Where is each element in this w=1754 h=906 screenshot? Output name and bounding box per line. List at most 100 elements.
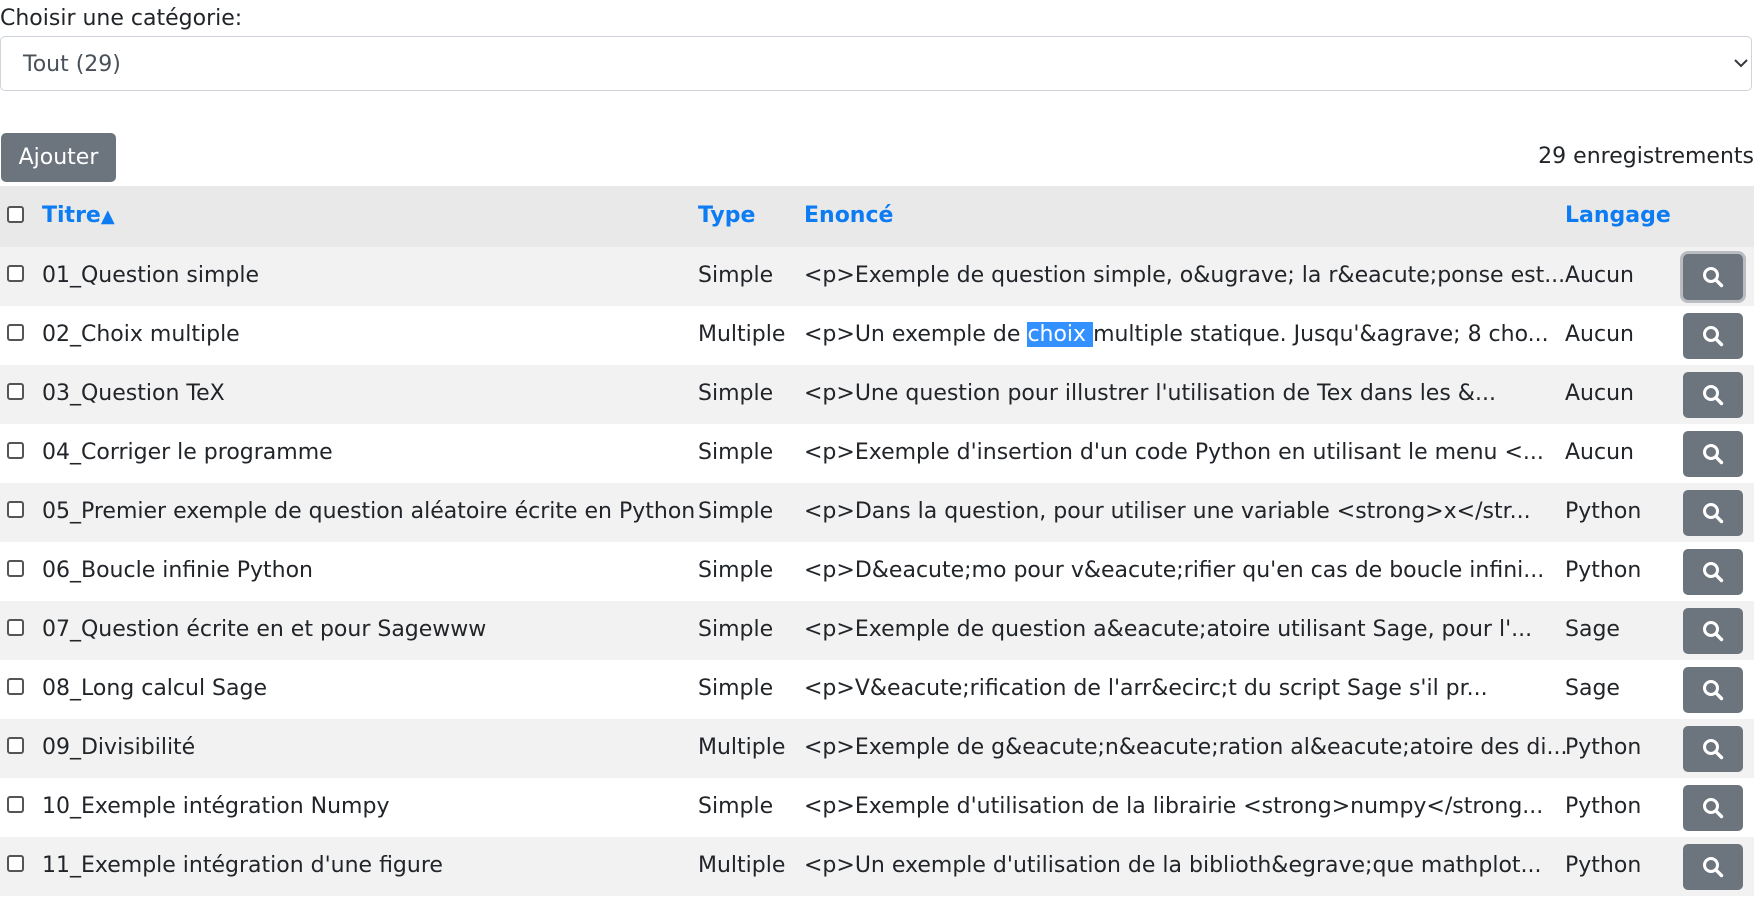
row-statement: <p>Exemple de question a&eacute;atoire u… — [804, 617, 1533, 642]
row-statement: <p>Un exemple de choix multiple statique… — [804, 322, 1549, 347]
row-checkbox[interactable] — [7, 501, 24, 518]
row-type: Multiple — [698, 735, 786, 760]
table-row: 01_Question simple Simple <p>Exemple de qu… — [0, 247, 1754, 306]
row-statement: <p>Exemple d'insertion d'un code Python … — [804, 440, 1544, 465]
row-type: Multiple — [698, 853, 786, 878]
row-type: Simple — [698, 558, 774, 583]
row-checkbox[interactable] — [7, 855, 24, 872]
row-type: Multiple — [698, 322, 786, 347]
row-statement: <p>Exemple de question simple, o&ugrave;… — [804, 263, 1566, 288]
row-statement: <p>Un exemple d'utilisation de la biblio… — [804, 853, 1542, 878]
table-row: 02_Choix multiple Multiple <p>Un exemple d… — [0, 306, 1754, 365]
row-language: Python — [1565, 853, 1642, 878]
row-checkbox[interactable] — [7, 560, 24, 577]
add-button[interactable]: Ajouter — [1, 133, 116, 182]
column-header-type[interactable]: Type — [698, 203, 755, 228]
row-checkbox[interactable] — [7, 737, 24, 754]
row-statement-part: <p>Un exemple de — [804, 322, 1028, 347]
view-button[interactable] — [1683, 254, 1743, 300]
search-icon — [1703, 326, 1724, 347]
row-checkbox[interactable] — [7, 678, 24, 695]
view-button[interactable] — [1683, 549, 1743, 595]
record-count: 29 enregistrements — [1538, 144, 1754, 169]
view-button[interactable] — [1683, 608, 1743, 654]
row-statement: <p>Exemple d'utilisation de la librairie… — [804, 794, 1544, 819]
view-button[interactable] — [1683, 785, 1743, 831]
row-title: 05_Premier exemple de question aléatoire… — [42, 499, 696, 524]
row-type: Simple — [698, 381, 774, 406]
select-all-checkbox[interactable] — [7, 206, 24, 223]
table-header: Titre▲ Type Enoncé Langage — [0, 186, 1754, 247]
row-title: 02_Choix multiple — [42, 322, 240, 347]
view-button[interactable] — [1683, 313, 1743, 359]
search-icon — [1703, 385, 1724, 406]
view-button[interactable] — [1683, 667, 1743, 713]
row-title: 01_Question simple — [42, 263, 260, 288]
row-type: Simple — [698, 440, 774, 465]
search-icon — [1703, 503, 1724, 524]
row-checkbox[interactable] — [7, 324, 24, 341]
category-select-value: Tout (29) — [23, 52, 121, 77]
row-language: Python — [1565, 558, 1642, 583]
search-icon — [1703, 621, 1724, 642]
view-button[interactable] — [1683, 726, 1743, 772]
row-title: 06_Boucle infinie Python — [42, 558, 313, 583]
row-language: Sage — [1565, 676, 1620, 701]
table-row: 11_Exemple intégration d'une figure Multi… — [0, 837, 1754, 896]
view-button[interactable] — [1683, 844, 1743, 890]
row-checkbox[interactable] — [7, 796, 24, 813]
table-row: 04_Corriger le programme Simple <p>Exemple… — [0, 424, 1754, 483]
row-title: 09_Divisibilité — [42, 735, 196, 760]
row-language: Python — [1565, 735, 1642, 760]
column-header-title-label: Titre — [42, 203, 101, 228]
row-statement: <p>Dans la question, pour utiliser une v… — [804, 499, 1531, 524]
row-checkbox[interactable] — [7, 442, 24, 459]
row-language: Aucun — [1565, 263, 1634, 288]
row-checkbox[interactable] — [7, 383, 24, 400]
table-row: 09_Divisibilité Multiple <p>Exemple de g&e… — [0, 719, 1754, 778]
selected-text: choix — [1027, 322, 1094, 347]
table-row: 08_Long calcul Sage Simple <p>V&eacute;rif… — [0, 660, 1754, 719]
search-icon — [1703, 562, 1724, 583]
row-language: Sage — [1565, 617, 1620, 642]
row-language: Python — [1565, 794, 1642, 819]
table-body: 01_Question simple Simple <p>Exemple de qu… — [0, 247, 1754, 896]
search-icon — [1703, 267, 1724, 288]
column-header-language[interactable]: Langage — [1565, 203, 1671, 228]
row-type: Simple — [698, 263, 774, 288]
column-header-statement[interactable]: Enoncé — [804, 203, 893, 228]
search-icon — [1703, 444, 1724, 465]
table-row: 03_Question TeX Simple <p>Une question pou… — [0, 365, 1754, 424]
view-button[interactable] — [1683, 490, 1743, 536]
row-language: Aucun — [1565, 440, 1634, 465]
view-button[interactable] — [1683, 431, 1743, 477]
column-header-title[interactable]: Titre▲ — [42, 203, 115, 228]
search-icon — [1703, 798, 1724, 819]
row-title: 04_Corriger le programme — [42, 440, 333, 465]
row-language: Aucun — [1565, 381, 1634, 406]
view-button[interactable] — [1683, 372, 1743, 418]
category-select[interactable]: Tout (29) — [0, 36, 1752, 91]
row-statement: <p>Exemple de g&eacute;n&eacute;ration a… — [804, 735, 1568, 760]
row-title: 03_Question TeX — [42, 381, 225, 406]
sort-ascending-icon: ▲ — [100, 206, 115, 227]
row-statement: <p>V&eacute;rification de l'arr&ecirc;t … — [804, 676, 1488, 701]
row-language: Python — [1565, 499, 1642, 524]
row-title: 11_Exemple intégration d'une figure — [42, 853, 443, 878]
row-type: Simple — [698, 794, 774, 819]
table-row: 10_Exemple intégration Numpy Simple <p>Exe… — [0, 778, 1754, 837]
row-checkbox[interactable] — [7, 265, 24, 282]
row-type: Simple — [698, 617, 774, 642]
search-icon — [1703, 857, 1724, 878]
row-statement: <p>Une question pour illustrer l'utilisa… — [804, 381, 1496, 406]
row-title: 10_Exemple intégration Numpy — [42, 794, 390, 819]
row-checkbox[interactable] — [7, 619, 24, 636]
row-language: Aucun — [1565, 322, 1634, 347]
chevron-down-icon — [1734, 59, 1748, 68]
category-label: Choisir une catégorie: — [0, 6, 243, 31]
search-icon — [1703, 680, 1724, 701]
table-row: 07_Question écrite en et pour Sagewww Sim… — [0, 601, 1754, 660]
table-row: 06_Boucle infinie Python Simple <p>D&eacut… — [0, 542, 1754, 601]
search-icon — [1703, 739, 1724, 760]
row-type: Simple — [698, 676, 774, 701]
